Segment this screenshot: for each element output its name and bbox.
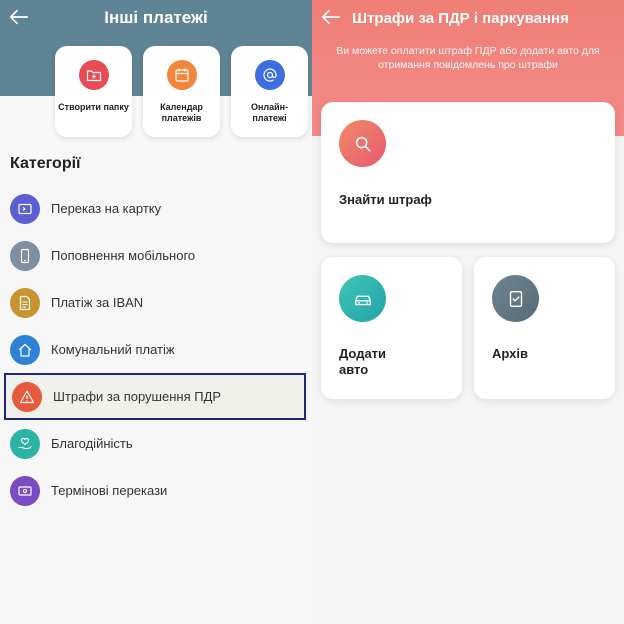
card-label: Архів bbox=[492, 346, 528, 361]
tile-label: Створити папку bbox=[58, 102, 129, 112]
card-label: Знайти штраф bbox=[339, 192, 432, 207]
page-title: Інші платежі bbox=[104, 8, 208, 27]
document-icon bbox=[10, 287, 40, 318]
online-payments-tile[interactable]: Онлайн-платежі bbox=[231, 46, 308, 137]
create-folder-tile[interactable]: Створити папку bbox=[55, 46, 132, 137]
category-item-card-transfer[interactable]: Переказ на картку bbox=[0, 185, 312, 232]
card-transfer-icon bbox=[10, 193, 40, 224]
folder-plus-icon bbox=[78, 60, 109, 90]
category-item-traffic-fines[interactable]: Штрафи за порушення ПДР bbox=[4, 373, 306, 420]
at-icon bbox=[254, 60, 285, 90]
quick-actions: Створити папку Календар платежів Онлайн-… bbox=[55, 46, 308, 137]
category-label: Благодійність bbox=[51, 436, 133, 451]
archive-icon bbox=[492, 275, 539, 322]
category-label: Штрафи за порушення ПДР bbox=[53, 389, 222, 404]
calendar-icon bbox=[166, 60, 197, 90]
category-item-charity[interactable]: Благодійність bbox=[0, 420, 312, 467]
archive-card[interactable]: Архів bbox=[474, 257, 615, 399]
category-item-urgent-transfers[interactable]: Термінові перекази bbox=[0, 467, 312, 514]
back-button[interactable] bbox=[320, 6, 344, 30]
category-label: Поповнення мобільного bbox=[51, 248, 196, 263]
tile-label: Онлайн-платежі bbox=[250, 102, 289, 123]
category-item-iban[interactable]: Платіж за IBAN bbox=[0, 279, 312, 326]
money-transfer-icon bbox=[10, 475, 40, 506]
tile-label: Календар платежів bbox=[160, 102, 203, 123]
card-label: Додати авто bbox=[339, 346, 387, 377]
find-fine-card[interactable]: Знайти штраф bbox=[321, 102, 615, 243]
mobile-icon bbox=[10, 240, 40, 271]
arrow-left-icon bbox=[321, 9, 341, 25]
section-title: Категорії bbox=[10, 155, 81, 172]
add-car-card[interactable]: Додати авто bbox=[321, 257, 462, 399]
payment-calendar-tile[interactable]: Календар платежів bbox=[143, 46, 220, 137]
charity-hand-icon bbox=[10, 428, 40, 459]
search-icon bbox=[339, 120, 386, 167]
car-icon bbox=[339, 275, 386, 322]
category-item-utilities[interactable]: Комунальний платіж bbox=[0, 326, 312, 373]
traffic-fines-screen: Штрафи за ПДР і паркування Ви можете опл… bbox=[312, 0, 624, 624]
warning-icon bbox=[12, 381, 42, 412]
category-label: Комунальний платіж bbox=[51, 342, 175, 357]
page-subtitle: Ви можете оплатити штраф ПДР або додати … bbox=[336, 45, 600, 71]
page-title: Штрафи за ПДР і паркування bbox=[352, 10, 569, 27]
category-label: Переказ на картку bbox=[51, 201, 162, 216]
category-label: Термінові перекази bbox=[51, 483, 168, 498]
category-item-mobile[interactable]: Поповнення мобільного bbox=[0, 232, 312, 279]
home-icon bbox=[10, 334, 40, 365]
other-payments-screen: Інші платежі Створити папку Календар пла… bbox=[0, 0, 312, 624]
category-label: Платіж за IBAN bbox=[51, 295, 144, 310]
category-list: Переказ на картку Поповнення мобільного … bbox=[0, 185, 312, 514]
